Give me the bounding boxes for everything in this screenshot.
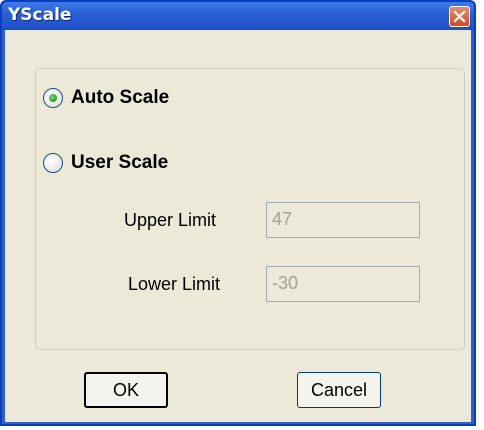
title-bar[interactable]: YScale — [2, 2, 474, 30]
close-icon — [453, 10, 466, 23]
auto-scale-option[interactable]: Auto Scale — [43, 85, 169, 111]
dialog-title: YScale — [8, 5, 72, 25]
close-button[interactable] — [449, 6, 470, 27]
lower-limit-field[interactable]: -30 — [266, 266, 420, 302]
upper-limit-label: Upper Limit — [124, 210, 217, 230]
auto-scale-label: Auto Scale — [71, 87, 170, 108]
yscale-dialog: YScale Auto Scale User Scale Upper Limit… — [0, 0, 476, 426]
auto-scale-radio[interactable] — [43, 88, 63, 108]
cancel-button[interactable]: Cancel — [297, 372, 381, 408]
dialog-body: Auto Scale User Scale Upper Limit 47 Low… — [5, 30, 471, 422]
user-scale-label: User Scale — [71, 152, 169, 173]
upper-limit-field[interactable]: 47 — [266, 202, 420, 238]
user-scale-option[interactable]: User Scale — [43, 150, 168, 176]
ok-button[interactable]: OK — [84, 372, 168, 408]
user-scale-radio[interactable] — [43, 153, 63, 173]
lower-limit-label: Lower Limit — [128, 274, 221, 294]
radio-selected-dot — [49, 94, 57, 102]
